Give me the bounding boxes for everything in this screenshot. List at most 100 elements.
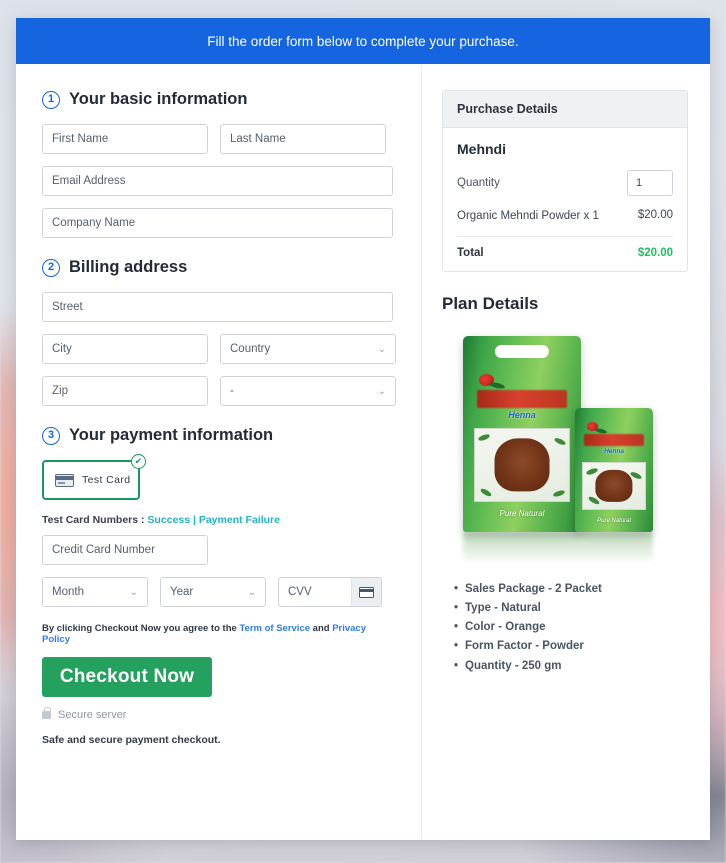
quantity-label: Quantity	[457, 177, 500, 189]
pouch-handle	[494, 344, 550, 358]
total-label: Total	[457, 246, 484, 259]
banner-text: Fill the order form below to complete yo…	[207, 33, 519, 49]
lock-icon	[42, 707, 52, 719]
total-value: $20.00	[637, 246, 673, 259]
terms-of-service-link[interactable]: Term of Service	[239, 623, 310, 634]
state-select[interactable]: - ⌄	[220, 376, 396, 406]
email-row: Email Address	[42, 166, 393, 196]
chevron-down-icon: ⌄	[377, 343, 386, 355]
company-row: Company Name	[42, 208, 393, 238]
spec-item: Type - Natural	[454, 599, 688, 619]
test-card-numbers-label: Test Card Numbers :	[42, 514, 145, 526]
checkout-button[interactable]: Checkout Now	[42, 657, 212, 697]
expiry-year-value: Year	[170, 586, 194, 598]
credit-card-icon	[55, 473, 74, 487]
test-card-option[interactable]: Test Card ✔	[42, 454, 146, 500]
total-row: Total $20.00	[457, 237, 673, 259]
zip-input[interactable]: Zip	[42, 376, 208, 406]
name-row: First Name Last Name	[42, 124, 393, 154]
plan-details-title: Plan Details	[442, 293, 539, 313]
leaf-icon	[585, 466, 599, 476]
street-input[interactable]: Street	[42, 292, 393, 322]
section-billing-address: 2 Billing address	[42, 258, 393, 277]
product-spec-list: Sales Package - 2 Packet Type - Natural …	[442, 580, 688, 677]
last-name-input[interactable]: Last Name	[220, 124, 386, 154]
test-card-label: Test Card	[82, 474, 131, 486]
card-number-row: Credit Card Number	[42, 535, 393, 565]
purchase-details-panel: Purchase Details Mehndi Quantity Organic…	[442, 90, 688, 272]
purchase-details-body: Mehndi Quantity Organic Mehndi Powder x …	[443, 128, 687, 271]
henna-label-large: Henna	[508, 409, 536, 420]
henna-hand-art	[494, 437, 550, 492]
agreement-prefix: By clicking Checkout Now you agree to th…	[42, 623, 237, 634]
agreement-conjunction: and	[312, 623, 330, 634]
leaf-icon	[594, 427, 608, 434]
chevron-down-icon: ⌄	[377, 385, 386, 397]
email-input[interactable]: Email Address	[42, 166, 393, 196]
product-pouch-small: Henna Pure Natural	[575, 407, 653, 532]
check-circle-icon: ✔	[131, 454, 146, 469]
test-card-numbers-row: Test Card Numbers : Success | Payment Fa…	[42, 514, 393, 526]
step-3-badge: 3	[42, 426, 60, 445]
country-select-value: Country	[230, 343, 271, 355]
quantity-input[interactable]	[627, 170, 673, 196]
leaf-icon	[552, 488, 566, 498]
state-select-value: -	[230, 385, 234, 397]
henna-hand-art	[595, 469, 633, 502]
chevron-down-icon: ⌄	[247, 586, 256, 598]
pure-natural-tagline-small: Pure Natural	[597, 517, 631, 524]
link-separator: |	[192, 514, 196, 526]
spec-item: Quantity - 250 gm	[454, 657, 688, 677]
line-item-row: Organic Mehndi Powder x 1 $20.00	[457, 209, 673, 237]
city-country-row: City Country ⌄	[42, 334, 396, 364]
leaf-icon	[553, 436, 567, 446]
pouch-window-large	[473, 427, 571, 502]
spec-item: Sales Package - 2 Packet	[454, 580, 688, 600]
spec-item: Color - Orange	[454, 618, 688, 638]
line-item-name: Organic Mehndi Powder x 1	[457, 210, 599, 222]
product-reflection	[463, 531, 653, 564]
cvv-input[interactable]: CVV	[279, 578, 351, 606]
cvv-hint-icon-box	[351, 578, 381, 606]
section-basic-information: 1 Your basic information	[42, 90, 393, 109]
expiry-month-value: Month	[52, 586, 84, 598]
section-payment-title: Your payment information	[69, 426, 274, 444]
section-payment-information: 3 Your payment information	[42, 426, 393, 445]
company-input[interactable]: Company Name	[42, 208, 393, 238]
cvv-field-wrapper[interactable]: CVV	[278, 577, 382, 607]
first-name-input[interactable]: First Name	[42, 124, 208, 154]
section-basic-title: Your basic information	[69, 90, 248, 108]
country-select[interactable]: Country ⌄	[220, 334, 396, 364]
zip-state-row: Zip - ⌄	[42, 376, 396, 406]
safe-checkout-note: Safe and secure payment checkout.	[42, 734, 221, 746]
pure-natural-tagline-large: Pure Natural	[499, 508, 545, 518]
spec-item: Form Factor - Powder	[454, 637, 688, 657]
secure-server-label: Secure server	[58, 709, 127, 721]
expiry-year-select[interactable]: Year ⌄	[160, 577, 266, 607]
credit-card-number-input[interactable]: Credit Card Number	[42, 535, 208, 565]
city-input[interactable]: City	[42, 334, 208, 364]
checkout-card: Fill the order form below to complete yo…	[16, 18, 710, 840]
secure-server-row: Secure server	[42, 707, 393, 721]
page-banner: Fill the order form below to complete yo…	[16, 18, 710, 64]
test-card-success-link[interactable]: Success	[147, 514, 190, 526]
expiry-month-select[interactable]: Month ⌄	[42, 577, 148, 607]
step-1-badge: 1	[42, 90, 60, 109]
leaf-icon	[477, 432, 491, 442]
test-card-failure-link[interactable]: Payment Failure	[199, 514, 280, 526]
line-item-price: $20.00	[637, 209, 673, 221]
chevron-down-icon: ⌄	[129, 586, 138, 598]
product-image: Henna Pure Natural Henna Pure Natural	[457, 328, 673, 564]
purchase-product-name: Mehndi	[457, 141, 506, 157]
product-pouch-large: Henna Pure Natural	[463, 335, 581, 532]
leaf-icon	[479, 486, 493, 498]
brand-wordmark	[477, 389, 567, 408]
leaf-icon	[488, 380, 506, 390]
section-billing-title: Billing address	[69, 258, 188, 276]
order-form-column: 1 Your basic information First Name Last…	[16, 64, 422, 840]
step-2-badge: 2	[42, 258, 60, 277]
credit-card-icon	[358, 586, 375, 598]
pouch-window-small	[582, 461, 646, 510]
expiry-cvv-row: Month ⌄ Year ⌄ CVV	[42, 577, 393, 607]
terms-agreement-text: By clicking Checkout Now you agree to th…	[42, 623, 393, 645]
